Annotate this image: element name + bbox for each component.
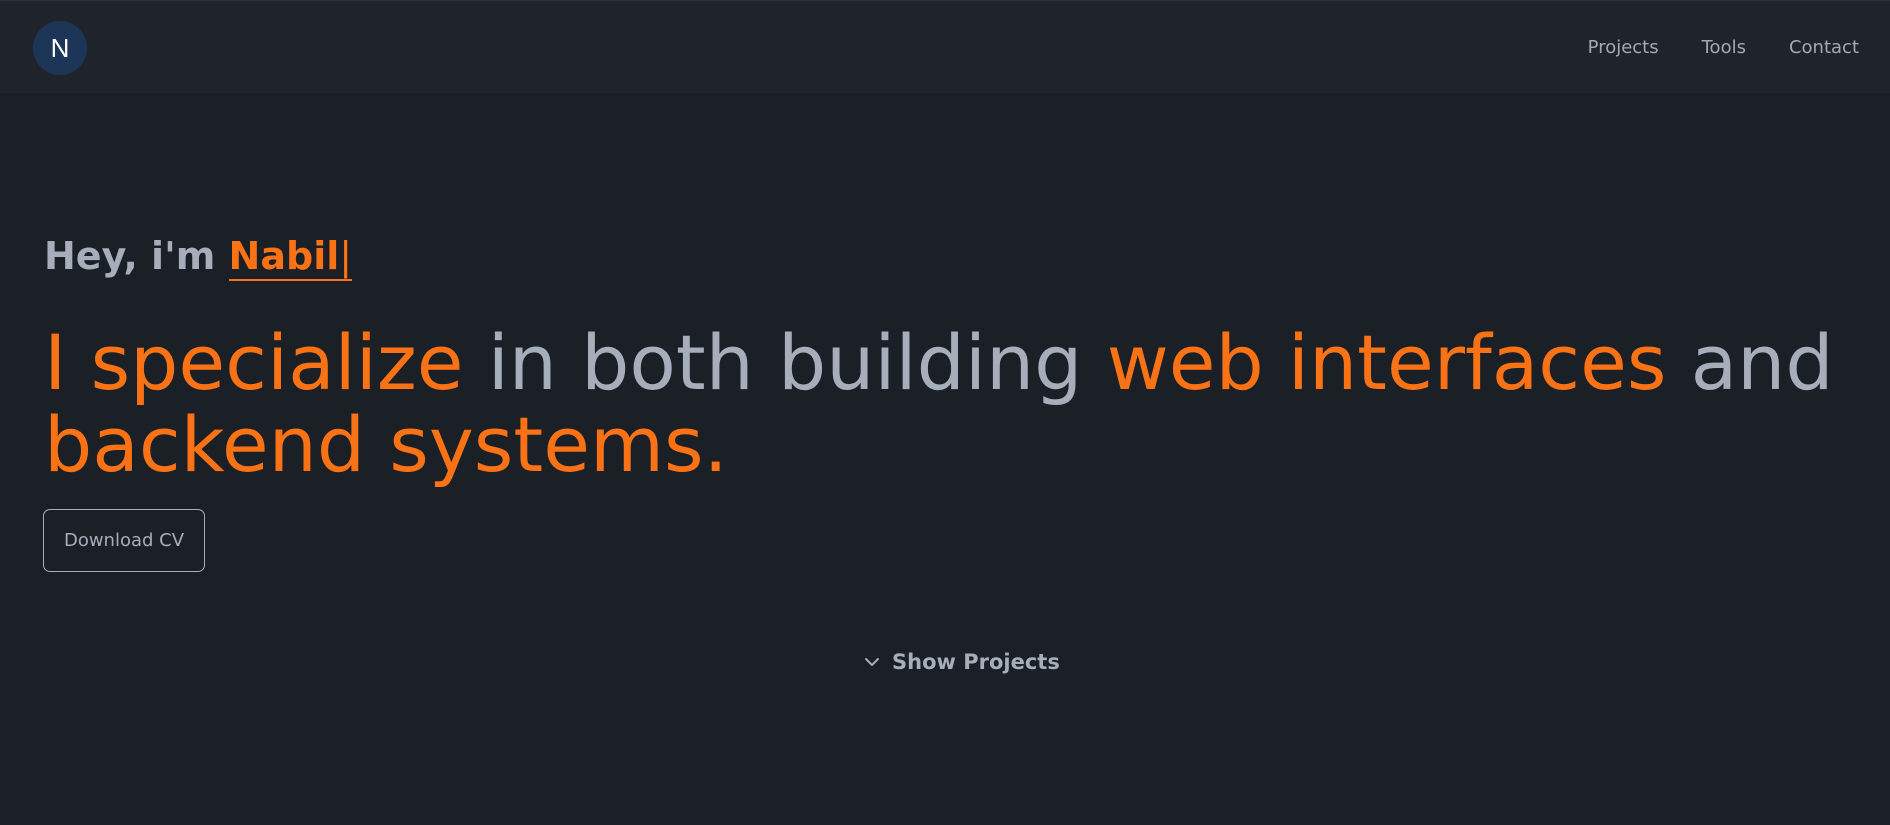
download-cv-button[interactable]: Download CV (43, 509, 205, 572)
headline-highlight-backend: backend systems. (44, 400, 728, 489)
logo-avatar[interactable]: N (33, 21, 87, 75)
typing-caret: | (339, 234, 353, 278)
greeting-name: Nabil| (228, 234, 353, 281)
headline-highlight-specialize: I specialize (44, 318, 464, 407)
page: N Projects Tools Contact Hey, i'm Nabil|… (0, 0, 1890, 825)
greeting-prefix: Hey, i'm (44, 234, 229, 278)
headline-text-1: in both building (463, 318, 1107, 407)
show-projects-button[interactable]: Show Projects (862, 648, 1060, 676)
nav-link-tools[interactable]: Tools (1702, 35, 1746, 61)
nav-link-projects[interactable]: Projects (1588, 35, 1659, 61)
show-projects-label: Show Projects (892, 650, 1060, 674)
nav-links: Projects Tools Contact (1588, 35, 1859, 61)
nav-link-contact[interactable]: Contact (1789, 35, 1859, 61)
greeting: Hey, i'm Nabil| (44, 230, 353, 282)
headline-text-2: and (1666, 318, 1834, 407)
headline-highlight-web-interfaces: web interfaces (1106, 318, 1667, 407)
greeting-name-text: Nabil (228, 234, 340, 278)
navbar: N Projects Tools Contact (0, 0, 1890, 93)
chevron-down-icon (862, 652, 882, 672)
hero-headline: I specialize in both building web interf… (44, 322, 1864, 486)
